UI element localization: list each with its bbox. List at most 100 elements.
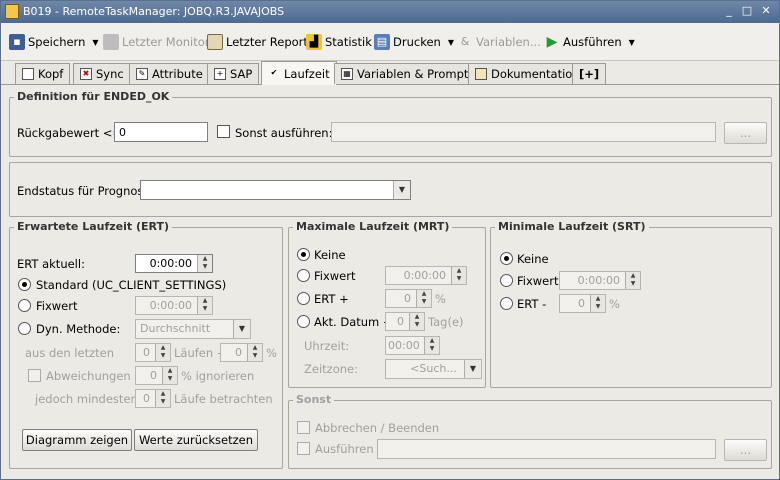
mrt-time-value: 00:00 xyxy=(388,339,420,352)
mrt-timezone-select[interactable]: <Such... ▼ xyxy=(385,359,482,379)
ert-fixwert-label: Fixwert xyxy=(36,299,78,313)
srt-ert-minus-spinner[interactable]: 0 ▲ ▼ xyxy=(559,294,606,313)
percent-spinner[interactable]: 0 ▲ ▼ xyxy=(220,343,263,362)
chevron-down-icon[interactable]: ▼ xyxy=(448,38,454,47)
spinner-arrows-icon[interactable]: ▲ ▼ xyxy=(247,344,262,361)
book-icon xyxy=(475,68,487,80)
statistics-button[interactable]: ▟ Statistik xyxy=(306,31,372,53)
spinner-arrows-icon[interactable]: ▲ ▼ xyxy=(416,290,431,307)
mrt-ert-plus-value: 0 xyxy=(404,292,411,305)
spinner-arrows-icon[interactable]: ▲ ▼ xyxy=(625,272,640,289)
title-bar[interactable]: B019 - RemoteTaskManager: JOBQ.R3.JAVAJO… xyxy=(1,1,779,23)
mrt-time-spinner[interactable]: 00:00 ▲ ▼ xyxy=(385,336,440,355)
else-execute-input[interactable] xyxy=(331,122,716,142)
srt-ert-minus-radio[interactable] xyxy=(500,297,513,310)
chevron-down-icon[interactable]: ▼ xyxy=(393,181,410,199)
ert-dyn-radio[interactable] xyxy=(18,322,31,335)
sonst-browse-button[interactable]: ... xyxy=(724,439,767,461)
close-button[interactable]: ✕ xyxy=(758,4,774,19)
mrt-ert-plus-label: ERT + xyxy=(314,292,349,306)
chevron-down-icon[interactable]: ▼ xyxy=(629,38,635,47)
ert-fixwert-spinner[interactable]: 0:00:00 ▲ ▼ xyxy=(135,296,213,315)
tab-add[interactable]: [+] xyxy=(572,63,607,84)
mrt-fixwert-radio[interactable] xyxy=(297,269,310,282)
ert-standard-radio[interactable] xyxy=(18,278,31,291)
mrt-none-label: Keine xyxy=(314,248,346,262)
srt-fixwert-value: 0:00:00 xyxy=(577,274,620,287)
reset-values-button[interactable]: Werte zurücksetzen xyxy=(134,429,258,451)
minimum-spinner[interactable]: 0 ▲ ▼ xyxy=(135,389,171,408)
tab-laufzeit[interactable]: ✔ Laufzeit xyxy=(261,61,337,85)
mrt-akt-datum-radio[interactable] xyxy=(297,315,310,328)
mrt-fixwert-value: 0:00:00 xyxy=(403,269,446,282)
ert-current-spinner[interactable]: 0:00:00 ▲ ▼ xyxy=(135,254,213,273)
spinner-arrows-icon[interactable]: ▲ ▼ xyxy=(155,390,170,407)
execute-button[interactable]: ▶ Ausführen ▼ xyxy=(544,31,635,53)
mrt-ert-plus-radio[interactable] xyxy=(297,292,310,305)
last-runs-spinner[interactable]: 0 ▲ ▼ xyxy=(135,343,171,362)
variable-icon: & xyxy=(460,35,470,48)
chevron-down-icon[interactable]: ▼ xyxy=(233,320,250,338)
last-monitor-label: Letzter Monitor xyxy=(122,35,210,49)
variables-button[interactable]: & Variablen... xyxy=(457,31,541,53)
srt-fixwert-label: Fixwert xyxy=(517,274,559,288)
srt-fixwert-spinner[interactable]: 0:00:00 ▲ ▼ xyxy=(559,271,641,290)
tab-label: SAP xyxy=(230,67,253,81)
srt-none-label: Keine xyxy=(517,252,549,266)
srt-fixwert-radio[interactable] xyxy=(500,274,513,287)
else-execute-label: Sonst ausführen: xyxy=(235,126,333,140)
spinner-arrows-icon[interactable]: ▲ ▼ xyxy=(197,297,212,314)
tab-sync[interactable]: ✖ Sync xyxy=(73,63,131,84)
monitor-icon xyxy=(103,34,119,50)
last-report-button[interactable]: Letzter Report xyxy=(207,31,308,53)
print-button[interactable]: ▤ Drucken ▼ xyxy=(374,31,454,53)
mrt-ert-plus-spinner[interactable]: 0 ▲ ▼ xyxy=(385,289,432,308)
tab-attribute[interactable]: ✎ Attribute xyxy=(129,63,210,84)
spinner-arrows-icon[interactable]: ▲ ▼ xyxy=(197,255,212,272)
tab-sap[interactable]: + SAP xyxy=(207,63,260,84)
return-code-input[interactable] xyxy=(114,122,208,142)
spinner-arrows-icon[interactable]: ▲ ▼ xyxy=(155,344,170,361)
ert-dyn-select[interactable]: Durchschnitt ▼ xyxy=(135,319,251,339)
mrt-akt-datum-label: Akt. Datum + xyxy=(314,315,393,329)
save-button[interactable]: ▪ Speichern ▼ xyxy=(9,31,99,53)
tab-variablen-prompts[interactable]: ▦ Variablen & Prompts xyxy=(334,63,482,84)
spinner-arrows-icon[interactable]: ▲ ▼ xyxy=(451,267,466,284)
mrt-time-label: Uhrzeit: xyxy=(304,339,350,353)
tab-kopf[interactable]: Kopf xyxy=(15,63,71,84)
minimum-value: 0 xyxy=(143,392,150,405)
ignore-label: % ignorieren xyxy=(181,369,255,383)
document-icon xyxy=(22,68,34,80)
deviations-spinner[interactable]: 0 ▲ ▼ xyxy=(135,366,178,385)
mrt-days-spinner[interactable]: 0 ▲ ▼ xyxy=(385,312,425,331)
show-diagram-button[interactable]: Diagramm zeigen xyxy=(22,429,132,451)
spinner-arrows-icon[interactable]: ▲ ▼ xyxy=(409,313,424,330)
chevron-down-icon[interactable]: ▼ xyxy=(92,38,98,47)
mrt-fixwert-spinner[interactable]: 0:00:00 ▲ ▼ xyxy=(385,266,467,285)
ert-fixwert-radio[interactable] xyxy=(18,299,31,312)
sonst-execute-checkbox[interactable] xyxy=(297,442,310,455)
abort-checkbox[interactable] xyxy=(297,421,310,434)
spinner-arrows-icon[interactable]: ▲ ▼ xyxy=(162,367,177,384)
ert-fixwert-value: 0:00:00 xyxy=(149,299,192,312)
else-execute-checkbox[interactable] xyxy=(217,125,230,138)
mrt-none-radio[interactable] xyxy=(297,248,310,261)
srt-none-radio[interactable] xyxy=(500,252,513,265)
endstatus-select[interactable]: ▼ xyxy=(140,180,411,200)
chevron-down-icon[interactable]: ▼ xyxy=(464,360,481,378)
spinner-arrows-icon[interactable]: ▲ ▼ xyxy=(590,295,605,312)
runs-plus-label: Läufen + xyxy=(174,346,227,360)
execute-label: Ausführen xyxy=(563,35,622,49)
sonst-execute-input[interactable] xyxy=(377,439,716,459)
spinner-arrows-icon[interactable]: ▲ ▼ xyxy=(424,337,439,354)
tab-dokumentation[interactable]: Dokumentation xyxy=(468,63,587,84)
minimize-button[interactable]: _ xyxy=(721,4,737,19)
deviations-checkbox[interactable] xyxy=(28,369,41,382)
tab-label: Variablen & Prompts xyxy=(357,67,475,81)
ert-dyn-value: Durchschnitt xyxy=(140,322,211,335)
tab-label: [+] xyxy=(579,67,600,81)
browse-button[interactable]: ... xyxy=(724,122,767,144)
ert-standard-label: Standard (UC_CLIENT_SETTINGS) xyxy=(36,278,227,292)
last-monitor-button[interactable]: Letzter Monitor xyxy=(103,31,210,53)
maximize-button[interactable]: □ xyxy=(739,4,755,19)
